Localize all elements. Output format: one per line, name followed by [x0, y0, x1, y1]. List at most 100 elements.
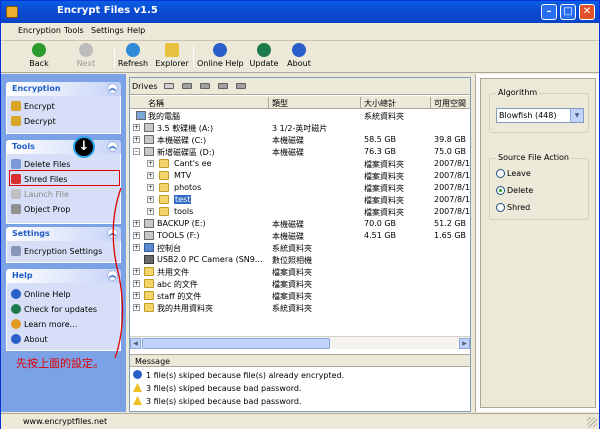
app-lock-icon [6, 6, 18, 18]
list-item[interactable]: + abc 的文件 檔案資料夾 [130, 278, 470, 290]
expand-icon[interactable]: + [133, 232, 140, 239]
algorithm-select[interactable]: Blowfish (448) ▼ [496, 108, 584, 123]
menu-encryption[interactable]: Encryption [18, 26, 61, 35]
list-item[interactable]: + Cant's ee 檔案資料夾 2007/8/1 [130, 158, 470, 170]
online-help-label: Online Help [197, 59, 244, 68]
list-item[interactable]: + BACKUP (E:) 本機磁碟 70.0 GB 51.2 GB [130, 218, 470, 230]
learn-more-label: Learn more... [24, 320, 78, 329]
list-item[interactable]: USB2.0 PC Camera (SN9... 數位照相機 [130, 254, 470, 266]
list-item[interactable]: + 3.5 軟碟機 (A:) 3 1/2-英吋磁片 [130, 122, 470, 134]
expand-icon[interactable]: + [147, 160, 154, 167]
list-item[interactable]: + 控制台 系統資料夾 [130, 242, 470, 254]
close-button[interactable]: ✕ [579, 4, 595, 20]
list-item[interactable]: + TOOLS (F:) 本機磁碟 4.51 GB 1.65 GB [130, 230, 470, 242]
launch-file-link[interactable]: Launch File [11, 189, 69, 199]
message-text: 1 file(s) skiped because file(s) already… [146, 371, 345, 380]
encryption-settings-link[interactable]: Encryption Settings [11, 246, 102, 256]
collapse-chevron-icon[interactable]: ︽ [107, 141, 118, 152]
menu-tools[interactable]: Tools [64, 26, 84, 35]
scroll-thumb[interactable] [142, 338, 330, 349]
back-button[interactable]: Back [27, 43, 51, 71]
radio-selected-icon[interactable] [496, 186, 505, 195]
expand-icon[interactable]: + [133, 292, 140, 299]
check-updates-link[interactable]: Check for updates [11, 304, 97, 314]
chevron-down-icon[interactable]: ▼ [570, 109, 583, 122]
scroll-left-icon[interactable]: ◀ [130, 338, 141, 349]
menu-bar: Encryption Tools Settings Help [1, 23, 599, 41]
column-name[interactable]: 名稱 [148, 98, 266, 109]
update-button[interactable]: Update [248, 43, 280, 71]
list-item[interactable]: + photos 檔案資料夾 2007/8/1 [130, 182, 470, 194]
online-help-button[interactable]: Online Help [197, 43, 244, 71]
radio-icon[interactable] [496, 203, 505, 212]
list-item-selected[interactable]: + test 檔案資料夾 2007/8/1 [130, 194, 470, 206]
item-free: 2007/8/1 [434, 159, 470, 168]
collapse-icon[interactable]: – [133, 148, 140, 155]
expand-icon[interactable]: + [147, 184, 154, 191]
radio-icon[interactable] [496, 169, 505, 178]
menu-help[interactable]: Help [127, 26, 145, 35]
column-type[interactable]: 類型 [272, 98, 360, 109]
horizontal-scrollbar[interactable]: ◀ ▶ [130, 336, 470, 349]
app-window: Encrypt Files v1.5 – □ ✕ Encryption Tool… [0, 0, 600, 429]
radio-delete[interactable]: Delete [496, 186, 533, 195]
settings-panel-header[interactable]: Settings ︽ [6, 227, 121, 241]
learn-more-link[interactable]: Learn more... [11, 319, 77, 329]
encrypt-link[interactable]: Encrypt [11, 101, 55, 111]
explorer-button[interactable]: Explorer [154, 43, 190, 71]
drive-icon[interactable] [218, 83, 228, 89]
resize-grip-icon[interactable] [587, 417, 597, 427]
decrypt-link[interactable]: Decrypt [11, 116, 56, 126]
floppy-drive-icon[interactable] [164, 83, 174, 89]
object-properties-link[interactable]: Object Prop [11, 204, 70, 214]
collapse-chevron-icon[interactable]: ︽ [107, 83, 118, 94]
expand-icon[interactable]: + [133, 124, 140, 131]
radio-shred[interactable]: Shred [496, 203, 530, 212]
expand-icon[interactable]: + [147, 172, 154, 179]
item-name: tools [174, 207, 194, 216]
list-item[interactable]: + 我的共用資料夾 系統資料夾 [130, 302, 470, 314]
expand-icon[interactable]: + [133, 220, 140, 227]
explorer-label: Explorer [155, 59, 189, 68]
drive-icon[interactable] [182, 83, 192, 89]
expand-icon[interactable]: + [147, 208, 154, 215]
scroll-right-icon[interactable]: ▶ [459, 338, 470, 349]
next-button[interactable]: Next [74, 43, 98, 71]
minimize-button[interactable]: – [541, 4, 557, 20]
help-panel-header[interactable]: Help ︽ [6, 269, 121, 283]
tools-panel-header[interactable]: Tools ︽ [6, 140, 121, 154]
about-button[interactable]: About [285, 43, 313, 71]
computer-icon [136, 111, 146, 120]
expand-icon[interactable]: + [133, 304, 140, 311]
message-text: 3 file(s) skiped because bad password. [146, 397, 302, 406]
list-item[interactable]: + 本機磁碟 (C:) 本機磁碟 58.5 GB 39.8 GB [130, 134, 470, 146]
expand-icon[interactable]: + [133, 280, 140, 287]
maximize-button[interactable]: □ [560, 4, 576, 20]
refresh-button[interactable]: Refresh [117, 43, 149, 71]
list-item[interactable]: 我的電腦 系統資料夾 [130, 110, 470, 122]
expand-icon[interactable]: + [133, 244, 140, 251]
list-item[interactable]: + MTV 檔案資料夾 2007/8/1 [130, 170, 470, 182]
drive-icon[interactable] [200, 83, 210, 89]
expand-icon[interactable]: + [133, 268, 140, 275]
drive-icon[interactable] [236, 83, 246, 89]
encryption-panel-header[interactable]: Encryption ︽ [6, 82, 121, 96]
folder-icon [144, 267, 154, 276]
status-url[interactable]: www.encryptfiles.net [23, 417, 107, 426]
radio-leave[interactable]: Leave [496, 169, 531, 178]
item-free: 2007/8/1 [434, 183, 470, 192]
delete-files-link[interactable]: Delete Files [11, 159, 70, 169]
column-size[interactable]: 大小總計 [364, 98, 428, 109]
expand-icon[interactable]: + [147, 196, 154, 203]
toolbar-divider [114, 46, 115, 68]
online-help-link[interactable]: Online Help [11, 289, 71, 299]
list-item[interactable]: + staff 的文件 檔案資料夾 [130, 290, 470, 302]
column-free[interactable]: 可用空間 [434, 98, 470, 109]
expand-icon[interactable]: + [133, 136, 140, 143]
list-item[interactable]: – 新增磁碟區 (D:) 本機磁碟 76.3 GB 75.0 GB [130, 146, 470, 158]
title-bar[interactable]: Encrypt Files v1.5 – □ ✕ [1, 1, 599, 23]
list-item[interactable]: + 共用文件 檔案資料夾 [130, 266, 470, 278]
about-link[interactable]: About [11, 334, 48, 344]
menu-settings[interactable]: Settings [91, 26, 124, 35]
list-item[interactable]: + tools 檔案資料夾 2007/8/1 [130, 206, 470, 218]
